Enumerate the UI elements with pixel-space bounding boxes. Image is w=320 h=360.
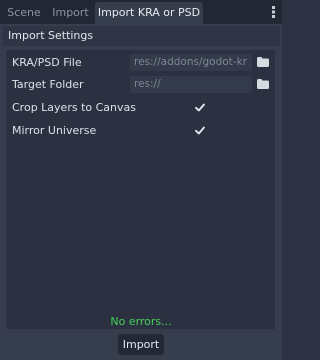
import-kra-psd-panel: Import Settings KRA/PSD File res://addon… <box>0 24 282 360</box>
tab-bar: Scene Import Import KRA or PSD <box>0 0 282 24</box>
folder-icon[interactable] <box>257 57 269 67</box>
target-folder-input[interactable]: res:// <box>130 76 252 93</box>
target-folder-label: Target Folder <box>12 78 84 91</box>
tab-scene[interactable]: Scene <box>2 2 46 24</box>
folder-icon[interactable] <box>257 79 269 89</box>
kra-psd-file-input[interactable]: res://addons/godot-kr <box>130 54 252 71</box>
kebab-menu-icon[interactable] <box>268 5 279 19</box>
section-title: Import Settings <box>8 29 94 42</box>
crop-layers-label: Crop Layers to Canvas <box>12 101 136 114</box>
kra-psd-file-label: KRA/PSD File <box>12 56 82 69</box>
import-button[interactable]: Import <box>118 334 164 355</box>
mirror-universe-checkbox[interactable] <box>195 126 205 135</box>
crop-layers-checkbox[interactable] <box>195 103 205 112</box>
settings-container: KRA/PSD File res://addons/godot-kr Targe… <box>6 50 275 329</box>
tab-import[interactable]: Import <box>47 2 94 24</box>
tab-import-kra-or-psd[interactable]: Import KRA or PSD <box>95 2 203 24</box>
mirror-universe-label: Mirror Universe <box>12 124 97 137</box>
status-message: No errors... <box>110 315 172 328</box>
section-header: Import Settings <box>2 26 280 46</box>
